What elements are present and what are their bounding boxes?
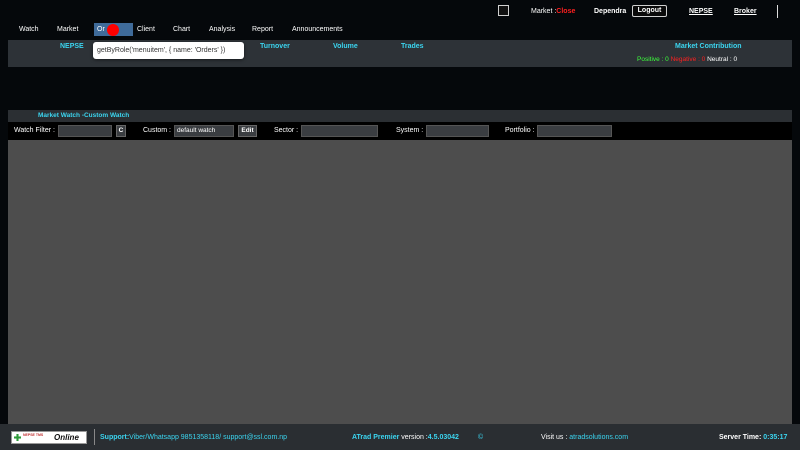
market-status-value: Close [556,8,576,15]
clear-filter-button[interactable]: C [116,125,126,137]
version-info: ATrad Premier version :4.5.03042 [352,434,459,441]
neutral-count: Neutral : 0 [707,56,738,63]
negative-count: Negative : 0 [670,56,706,63]
app-root: Market :Close Dependra Logout NEPSE Brok… [0,0,800,450]
menu-analysis[interactable]: Analysis [209,26,235,33]
positive-count: Positive : 0 [637,56,669,63]
market-status: Market :Close [531,8,575,15]
menu-announcements[interactable]: Announcements [292,26,343,33]
market-status-label: Market : [531,8,557,15]
copyright-icon: © [478,434,484,441]
market-watch-title: Market Watch -Custom Watch [38,112,130,119]
version-label: version : [401,434,428,441]
watch-filter-input[interactable] [58,125,112,137]
toggle-checkbox[interactable] [498,5,509,16]
logo-small-text: NEPSE TMS [23,433,44,437]
menu-client[interactable]: Client [137,26,155,33]
market-watch-grid[interactable] [8,140,792,424]
sector-select[interactable] [301,125,378,137]
broker-link[interactable]: Broker [734,8,757,15]
market-contribution-title: Market Contribution [675,43,742,50]
version-value: 4.5.03042 [427,434,459,441]
system-label: System : [396,127,424,134]
menu-market[interactable]: Market [57,26,78,33]
user-name: Dependra [594,8,627,15]
product-name: ATrad Premier [352,434,400,441]
index-header-volume: Volume [333,43,358,50]
support-text: Viber/Whatsapp 9851358118/ support@ssl.c… [129,434,288,441]
custom-label: Custom : [143,127,172,134]
portfolio-label: Portfolio : [505,127,535,134]
cursor-indicator-dot [107,24,119,36]
market-contribution-counts: Positive : 0 Negative : 0 Neutral : 0 [637,56,737,63]
portfolio-select[interactable] [537,125,612,137]
logout-button[interactable]: Logout [632,5,667,17]
edit-watch-button[interactable]: Edit [238,125,257,137]
nepse-logo-icon [14,434,21,441]
server-time-value: 0:35:17 [763,434,788,441]
system-select[interactable] [426,125,489,137]
index-header-nepse: NEPSE [60,43,84,50]
custom-watch-select[interactable]: default watch [174,125,234,137]
support-label: Support: [100,434,130,441]
menu-watch[interactable]: Watch [19,26,39,33]
visit-label: Visit us : [541,434,568,441]
support-info: Support:Viber/Whatsapp 9851358118/ suppo… [100,434,287,441]
server-time-label: Server Time: [719,434,762,441]
visit-link[interactable]: atradsolutions.com [569,434,628,441]
index-header-trades: Trades [401,43,424,50]
footer-divider [94,429,95,445]
server-time: Server Time: 0:35:17 [719,434,787,441]
index-header-turnover: Turnover [260,43,290,50]
menu-chart[interactable]: Chart [173,26,190,33]
menu-orders[interactable]: Or [97,26,105,33]
locator-tooltip: getByRole('menuitem', { name: 'Orders' }… [93,42,244,59]
connection-status: Online [54,433,79,442]
topbar-divider [777,5,778,18]
watch-filter-label: Watch Filter : [14,127,55,134]
sector-label: Sector : [274,127,299,134]
menu-report[interactable]: Report [252,26,273,33]
visit-info: Visit us : atradsolutions.com [541,434,628,441]
nepse-link[interactable]: NEPSE [689,8,713,15]
